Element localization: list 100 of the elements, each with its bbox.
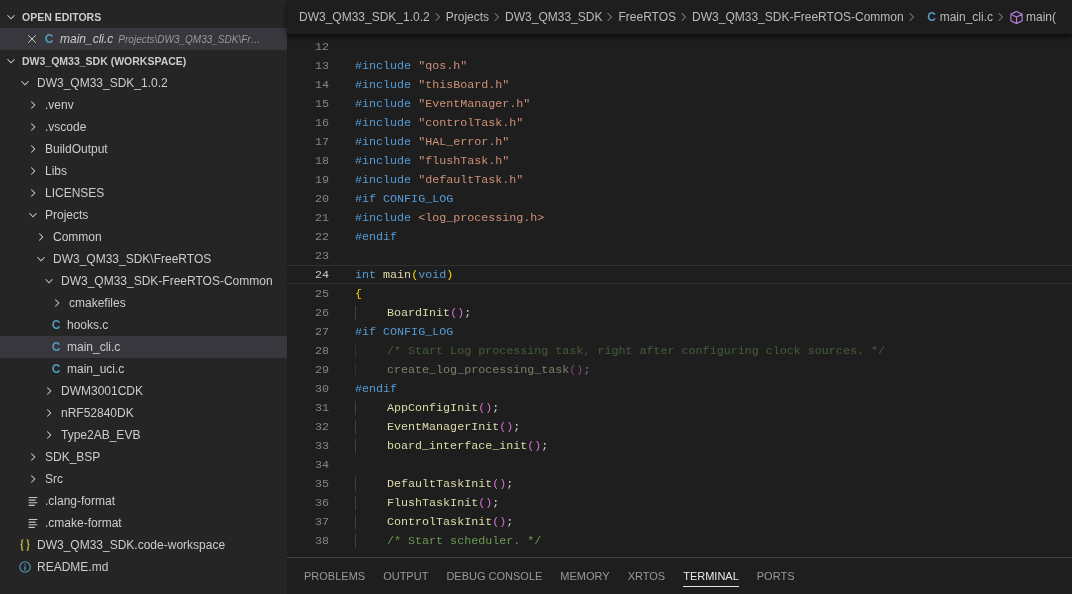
code-line: board_interface_init();: [355, 438, 549, 453]
line-number: 19: [313, 172, 329, 187]
tree-item[interactable]: README.md: [0, 556, 287, 578]
line-number: 18: [313, 153, 329, 168]
tree-item[interactable]: DW3_QM33_SDK\FreeRTOS: [0, 248, 287, 270]
code-line: /* Start Log processing task, right after configuring clock sources. */: [355, 343, 885, 358]
code-line: #include "flushTask.h": [355, 153, 510, 168]
tree-item[interactable]: Libs: [0, 160, 287, 182]
code-line: #include <log_processing.h>: [355, 210, 545, 225]
code-line: {: [355, 286, 362, 301]
c-file-icon: C: [50, 318, 62, 332]
open-editors-header[interactable]: OPEN EDITORS: [0, 6, 287, 28]
workspace-header[interactable]: DW3_QM33_SDK (WORKSPACE): [0, 50, 287, 72]
tree-item[interactable]: .vscode: [0, 116, 287, 138]
panel-tab[interactable]: OUTPUT: [383, 565, 429, 587]
c-file-icon: C: [43, 32, 55, 46]
line-number: 16: [313, 115, 329, 130]
tree-item[interactable]: DW3_QM33_SDK-FreeRTOS-Common: [0, 270, 287, 292]
code-line: int main(void): [355, 267, 454, 282]
tree-item[interactable]: Type2AB_EVB: [0, 424, 287, 446]
code-line: AppConfigInit();: [355, 400, 500, 415]
tree-item[interactable]: DW3_QM33_SDK_1.0.2: [0, 72, 287, 94]
code-line: DefaultTaskInit();: [355, 476, 514, 491]
tree-item[interactable]: C main_uci.c: [0, 358, 287, 380]
tree-item[interactable]: nRF52840DK: [0, 402, 287, 424]
tree-item[interactable]: DW3_QM33_SDK.code-workspace: [0, 534, 287, 556]
tree-item[interactable]: cmakefiles: [0, 292, 287, 314]
tree-item[interactable]: SDK_BSP: [0, 446, 287, 468]
panel-tab[interactable]: MEMORY: [560, 565, 610, 587]
panel-tab[interactable]: PORTS: [756, 565, 795, 587]
breadcrumb[interactable]: DW3_QM33_SDK: [505, 10, 603, 24]
line-number: 12: [313, 39, 329, 54]
code-line: #endif: [355, 381, 398, 396]
line-number: 33: [313, 438, 329, 453]
breadcrumb[interactable]: main(: [1026, 10, 1057, 24]
line-number: 37: [313, 514, 329, 529]
tree-item[interactable]: C main_cli.c: [0, 336, 287, 358]
code-line: BoardInit();: [355, 305, 472, 320]
tree-item[interactable]: DWM3001CDK: [0, 380, 287, 402]
line-number: 21: [313, 210, 329, 225]
tree-item[interactable]: .venv: [0, 94, 287, 116]
line-number: 20: [313, 191, 329, 206]
close-icon[interactable]: [26, 33, 38, 45]
breadcrumb[interactable]: FreeRTOS: [618, 10, 677, 24]
code-line: #if CONFIG_LOG: [355, 191, 454, 206]
line-number: 29: [313, 362, 329, 377]
breadcrumb[interactable]: DW3_QM33_SDK-FreeRTOS-Common: [692, 10, 904, 24]
code-line: ControlTaskInit();: [355, 514, 514, 529]
cube-icon: [1009, 9, 1025, 25]
tree-item[interactable]: Common: [0, 226, 287, 248]
code-line: EventManagerInit();: [355, 419, 521, 434]
line-number: 15: [313, 96, 329, 111]
line-number: 24: [313, 267, 329, 282]
breadcrumb[interactable]: Projects: [445, 10, 490, 24]
code-line: FlushTaskInit();: [355, 495, 500, 510]
info-icon: [18, 560, 32, 574]
file-name: main_cli.c: [60, 32, 114, 46]
breadcrumb[interactable]: main_cli.c: [939, 10, 994, 24]
line-number: 36: [313, 495, 329, 510]
line-number: 38: [313, 533, 329, 548]
open-editor-item[interactable]: C main_cli.c Projects\DW3_QM33_SDK\Fr…: [0, 28, 287, 50]
braces-icon: [18, 538, 32, 552]
line-number: 26: [313, 305, 329, 320]
panel-tab[interactable]: TERMINAL: [683, 565, 739, 587]
code-line: #endif: [355, 229, 398, 244]
line-number: 25: [313, 286, 329, 301]
line-number: 28: [313, 343, 329, 358]
code-line: #include "EventManager.h": [355, 96, 531, 111]
code-line: #include "defaultTask.h": [355, 172, 524, 187]
lines-icon: [26, 516, 40, 530]
code-line: #include "controlTask.h": [355, 115, 524, 130]
tree-item[interactable]: LICENSES: [0, 182, 287, 204]
code-line: #include "qos.h": [355, 58, 468, 73]
tree-item[interactable]: C hooks.c: [0, 314, 287, 336]
line-number: 32: [313, 419, 329, 434]
panel-tab[interactable]: DEBUG CONSOLE: [446, 565, 543, 587]
code-line: #include "thisBoard.h": [355, 77, 510, 92]
code-line: create_log_processing_task();: [355, 362, 591, 377]
line-number: 13: [313, 58, 329, 73]
line-number: 17: [313, 134, 329, 149]
breadcrumb[interactable]: DW3_QM33_SDK_1.0.2: [299, 10, 430, 24]
code-line: /* Start scheduler. */: [355, 533, 542, 548]
file-path: Projects\DW3_QM33_SDK\Fr…: [118, 33, 261, 45]
tree-item[interactable]: Src: [0, 468, 287, 490]
line-number: 27: [313, 324, 329, 339]
tree-item[interactable]: .clang-format: [0, 490, 287, 512]
panel-tab[interactable]: PROBLEMS: [304, 565, 366, 587]
code-line: #if CONFIG_LOG: [355, 324, 454, 339]
c-file-icon: C: [50, 340, 62, 354]
lines-icon: [26, 494, 40, 508]
panel-tab[interactable]: XRTOS: [627, 565, 666, 587]
tree-item[interactable]: Projects: [0, 204, 287, 226]
line-number: 30: [313, 381, 329, 396]
tree-item[interactable]: .cmake-format: [0, 512, 287, 534]
line-number: 35: [313, 476, 329, 491]
tree-item[interactable]: BuildOutput: [0, 138, 287, 160]
c-file-icon: C: [50, 362, 62, 376]
line-number: 34: [313, 457, 329, 472]
line-number: 23: [313, 248, 329, 263]
line-number: 31: [313, 400, 329, 415]
